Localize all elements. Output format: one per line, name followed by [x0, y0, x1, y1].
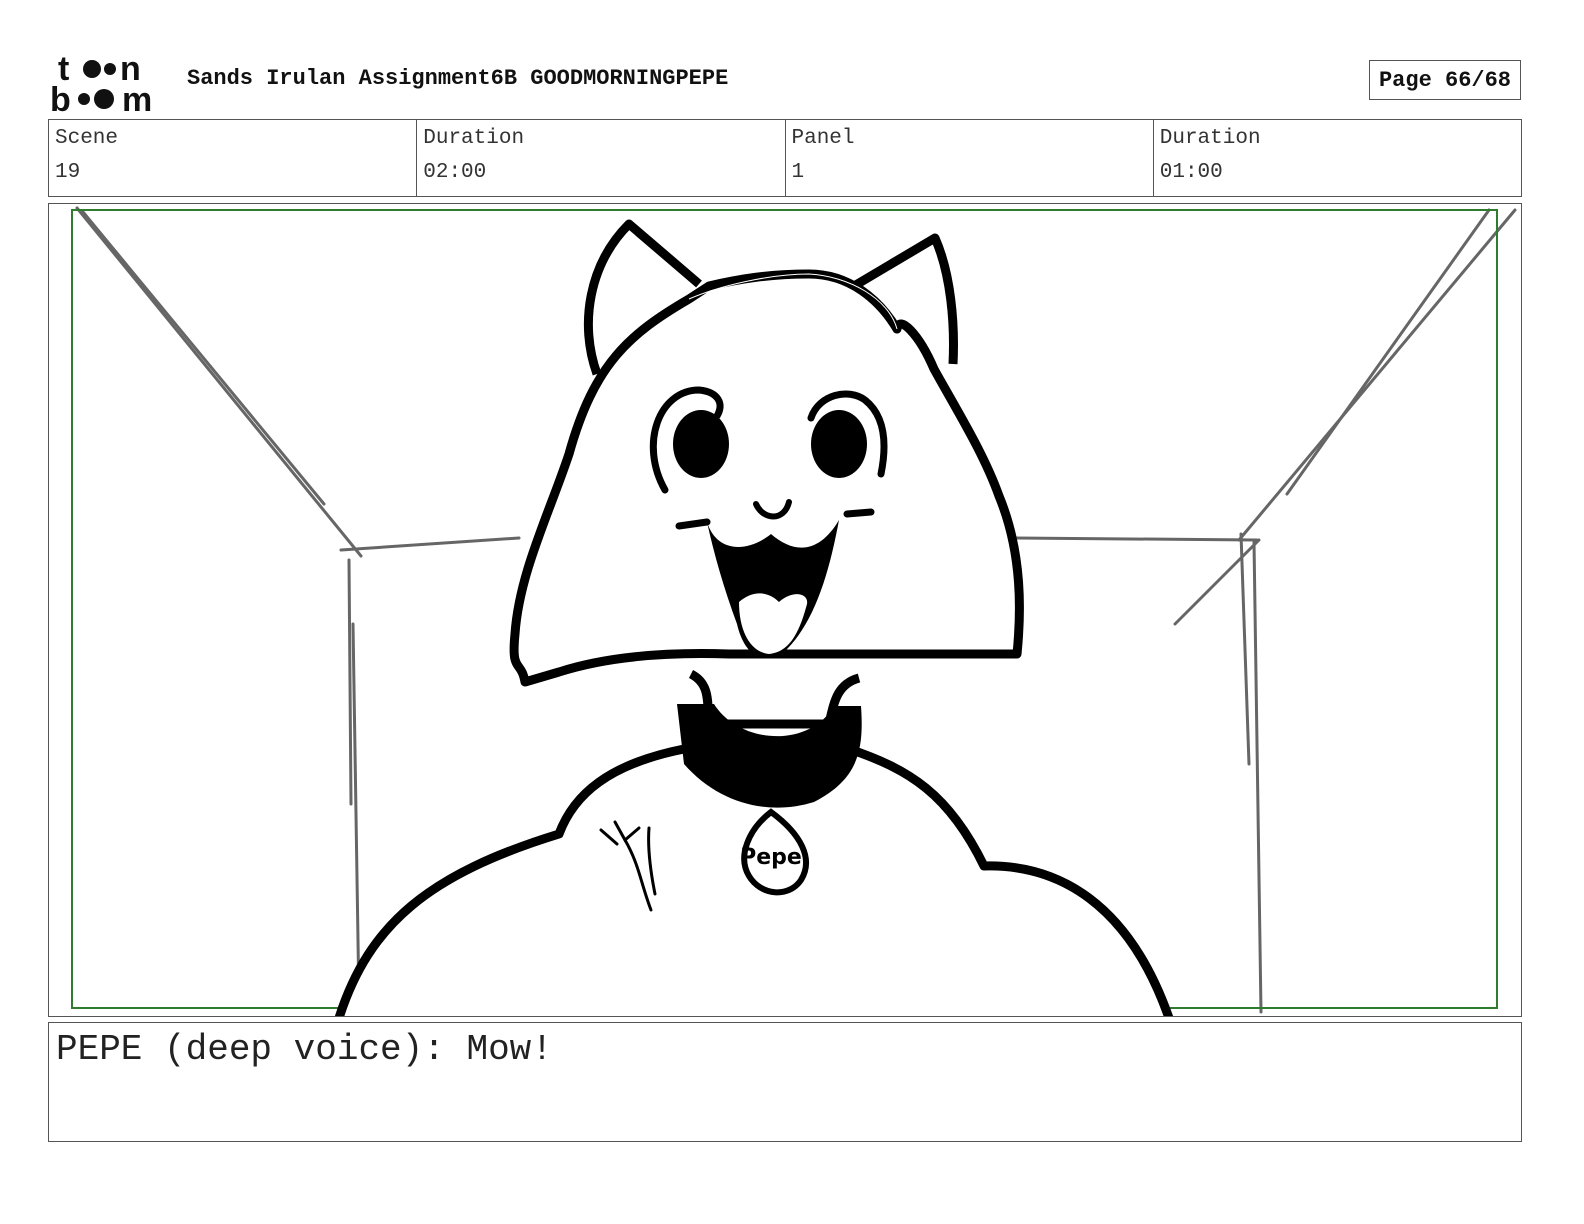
panel-duration-value: 01:00	[1159, 161, 1223, 184]
panel-value: 1	[791, 161, 805, 184]
panel-label: Panel	[791, 127, 855, 150]
panel-duration-cell: Duration 01:00	[1154, 120, 1521, 196]
scene-duration-label: Duration	[423, 127, 525, 150]
storyboard-panel: Pepe	[48, 203, 1522, 1017]
dialogue-text: PEPE (deep voice): Mow!	[56, 1029, 553, 1070]
scene-info-row: Scene 19 Duration 02:00 Panel 1 Duration…	[48, 119, 1522, 197]
panel-duration-label: Duration	[1159, 127, 1261, 150]
svg-text:m: m	[122, 81, 152, 114]
panel-drawing: Pepe	[71, 206, 1517, 1016]
panel-cell: Panel 1	[786, 120, 1154, 196]
svg-text:b: b	[50, 81, 71, 114]
scene-duration-cell: Duration 02:00	[417, 120, 786, 196]
dialogue-box: PEPE (deep voice): Mow!	[48, 1022, 1522, 1142]
scene-duration-value: 02:00	[423, 161, 487, 184]
document-title: Sands Irulan Assignment6B GOODMORNINGPEP…	[187, 66, 729, 91]
scene-cell: Scene 19	[49, 120, 418, 196]
scene-value: 19	[55, 161, 81, 184]
scene-label: Scene	[55, 127, 119, 150]
collar-tag-label: Pepe	[740, 845, 802, 870]
page-number: Page 66/68	[1369, 60, 1521, 100]
toon-boom-logo: t n b m	[50, 50, 152, 114]
